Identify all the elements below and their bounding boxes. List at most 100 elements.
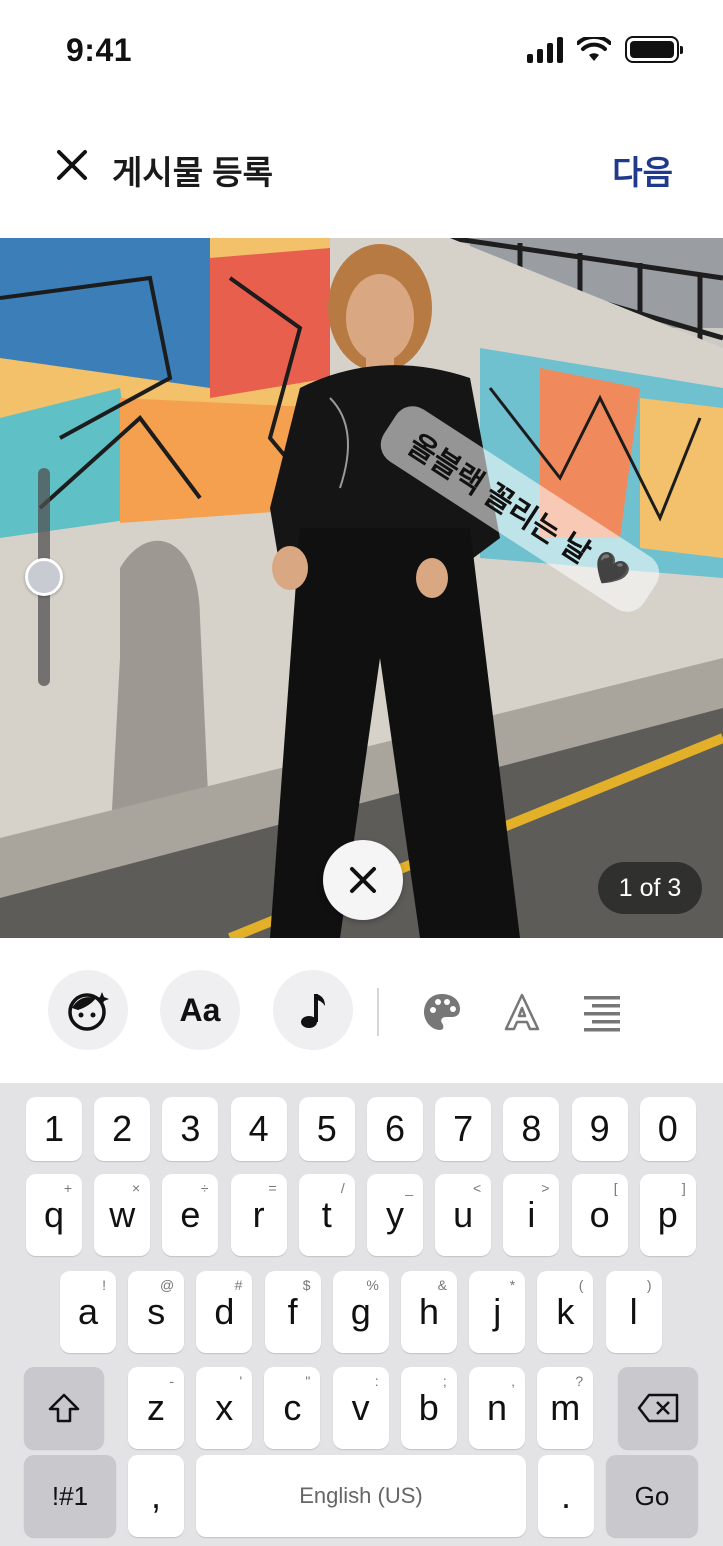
key-w-label: w [109,1194,136,1235]
key-e[interactable]: e ÷ [162,1174,219,1256]
key-d-label: d [214,1291,235,1332]
key-c-label: c [283,1387,302,1428]
delete-sticker-button[interactable] [323,840,403,920]
symbols-key-label: !#1 [51,1480,89,1511]
key-s-label: s [147,1291,166,1332]
face-sticker-button[interactable] [48,970,128,1050]
key-k-label: k [556,1291,575,1332]
status-icons [527,36,683,63]
key-1-label: 1 [43,1108,65,1149]
key-g-label: g [350,1291,371,1332]
key-d-secondary-label: # [234,1277,243,1293]
key-g[interactable]: g% [332,1271,389,1353]
key-k[interactable]: k( [537,1271,594,1353]
key-i-secondary-label: > [541,1180,550,1196]
color-button[interactable] [420,990,464,1034]
space-key-label: English (US) [299,1483,423,1508]
key-p-secondary-label: ] [681,1180,686,1196]
key-m-label: m [550,1387,581,1428]
key-r[interactable]: r = [230,1174,287,1256]
shift-key[interactable] [24,1367,104,1449]
key-p-label: p [657,1194,678,1235]
key-n-secondary-label: , [511,1373,515,1389]
key-t[interactable]: t / [298,1174,355,1256]
key-p[interactable]: p] [639,1174,696,1256]
key-l[interactable]: l) [605,1271,662,1353]
header: 게시물 등록 다음 [0,100,723,238]
key-x[interactable]: x ' [196,1367,253,1449]
key-8[interactable]: 8 [503,1097,560,1161]
key-n-label: n [486,1387,508,1428]
text-style-button[interactable] [500,990,544,1034]
key-w[interactable]: w × [94,1174,151,1256]
comma-key-label: , [150,1475,161,1516]
period-key-label: . [560,1475,571,1516]
key-z[interactable]: z- [128,1367,184,1449]
key-o-secondary-label: [ [613,1180,618,1196]
key-4[interactable]: 4 [230,1097,287,1161]
key-f-secondary-label: $ [302,1277,311,1293]
key-s-secondary-label: @ [159,1277,175,1293]
key-u[interactable]: u < [435,1174,492,1256]
key-j[interactable]: j * [469,1271,526,1353]
next-button[interactable]: 다음 [612,146,673,194]
photo-canvas[interactable]: 올블랙 꼴리는 날 🖤 1 of 3 [0,238,723,938]
go-key[interactable]: Go [606,1455,698,1537]
period-key[interactable]: . [538,1455,594,1537]
key-a[interactable]: a! [60,1271,116,1353]
key-0[interactable]: 0 [639,1097,696,1161]
space-key[interactable]: English (US) [196,1455,526,1537]
key-9-label: 9 [589,1108,610,1149]
go-key-label: Go [634,1480,670,1511]
key-6-label: 6 [384,1108,406,1149]
key-m[interactable]: m? [537,1367,594,1449]
key-t-secondary-label: / [340,1180,345,1196]
backspace-icon [637,1393,679,1423]
key-2[interactable]: 2 [94,1097,151,1161]
key-o[interactable]: o[ [571,1174,628,1256]
key-z-label: z [147,1387,165,1428]
wifi-icon [577,36,611,61]
key-f[interactable]: f $ [264,1271,321,1353]
close-button[interactable] [52,145,92,185]
key-v[interactable]: v: [332,1367,389,1449]
key-u-secondary-label: < [473,1180,482,1196]
key-y-label: y [386,1194,404,1235]
key-5-label: 5 [316,1108,337,1149]
key-d[interactable]: d # [196,1271,253,1353]
key-5[interactable]: 5 [298,1097,355,1161]
size-slider-thumb[interactable] [25,558,63,596]
align-right-icon [584,996,620,1032]
key-n[interactable]: n, [469,1367,525,1449]
key-3[interactable]: 3 [162,1097,219,1161]
key-e-label: e [180,1194,201,1235]
key-a-label: a [77,1291,99,1332]
key-6[interactable]: 6 [367,1097,423,1161]
backspace-key[interactable] [618,1367,698,1449]
key-h[interactable]: h & [401,1271,457,1353]
key-c[interactable]: c " [264,1367,321,1449]
key-7[interactable]: 7 [435,1097,492,1161]
key-i[interactable]: i > [503,1174,560,1256]
align-button[interactable] [580,990,624,1034]
key-b-secondary-label: ; [442,1373,447,1389]
key-1[interactable]: 1 [26,1097,82,1161]
comma-key[interactable]: , [128,1455,184,1537]
text-button[interactable]: Aa [160,970,240,1050]
text-icon: Aa [179,991,221,1028]
key-8-label: 8 [521,1108,542,1149]
status-bar: 9:41 [0,0,723,100]
key-b[interactable]: b; [400,1367,457,1449]
key-v-label: v [351,1387,370,1428]
key-9[interactable]: 9 [571,1097,628,1161]
music-button[interactable] [273,970,353,1050]
symbols-key[interactable]: !#1 [24,1455,116,1537]
close-icon [57,150,87,180]
key-y[interactable]: y _ [367,1174,423,1256]
toolbar-divider [377,988,379,1036]
key-s[interactable]: s @ [128,1271,185,1353]
key-4-label: 4 [248,1108,269,1149]
close-icon [350,867,376,893]
key-q[interactable]: q + [26,1174,82,1256]
key-w-secondary-label: × [132,1180,141,1196]
